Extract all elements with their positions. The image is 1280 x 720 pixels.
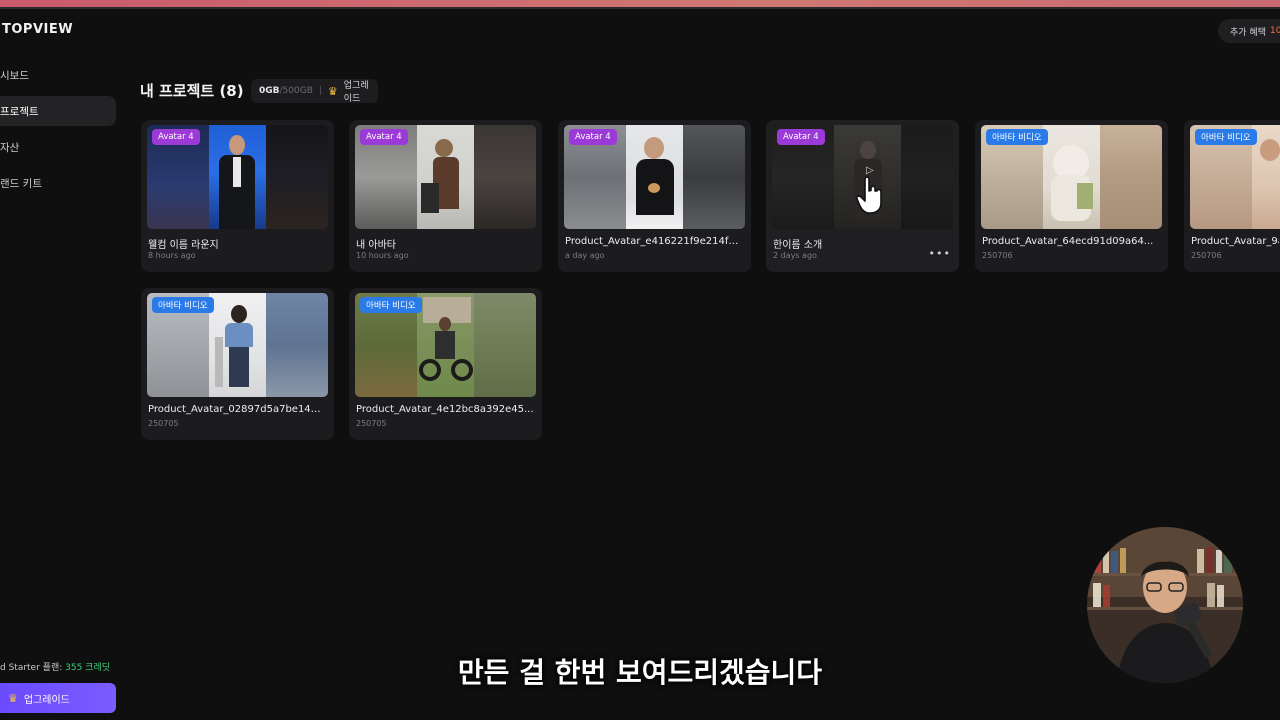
project-thumbnail[interactable]: 아바타 비디오	[1190, 125, 1280, 229]
project-thumbnail[interactable]: Avatar 4	[355, 125, 536, 229]
sidebar-item-brand-kit[interactable]: 랜드 키트	[0, 168, 116, 198]
project-title[interactable]: Product_Avatar_02897d5a7be146...	[148, 404, 326, 415]
sidebar-item-label: 자산	[0, 141, 20, 154]
project-card[interactable]: 아바타 비디오 Product_Avatar_9a 250706	[1184, 120, 1280, 272]
sidebar-item-projects[interactable]: 프로젝트	[0, 96, 116, 126]
more-options-icon[interactable]: •••	[929, 247, 951, 260]
storage-upgrade-link[interactable]: 업그레이드	[344, 78, 370, 104]
video-subtitle: 만든 걸 한번 보여드리겠습니다	[457, 656, 823, 689]
project-badge: 아바타 비디오	[152, 297, 214, 313]
project-date: 10 hours ago	[356, 251, 409, 260]
project-card[interactable]: 아바타 비디오 Product_Avatar_64ecd91d09a64... …	[975, 120, 1168, 272]
project-date: 250706	[1191, 251, 1222, 260]
project-title[interactable]: Product_Avatar_9a	[1191, 236, 1279, 247]
project-badge: Avatar 4	[152, 129, 200, 145]
storage-indicator[interactable]: 0GB/500GB | ♛ 업그레이드	[251, 78, 378, 104]
project-badge: Avatar 4	[569, 129, 617, 145]
sidebar-item-label: 프로젝트	[0, 105, 39, 118]
storage-separator: |	[318, 86, 322, 96]
hand-cursor-icon	[856, 176, 882, 214]
extra-benefits-value: 10	[1269, 26, 1280, 36]
sidebar-nav: 시보드 프로젝트 자산 랜드 키트	[0, 60, 116, 204]
top-divider	[0, 7, 1280, 9]
page-title: 내 프로젝트 (8)	[140, 82, 244, 100]
project-card[interactable]: Avatar 4 Product_Avatar_e416221f9e214fc.…	[558, 120, 751, 272]
project-card[interactable]: 아바타 비디오 Product_Avatar_4e12bc8a392e45...…	[349, 288, 542, 440]
project-title[interactable]: Product_Avatar_64ecd91d09a64...	[982, 236, 1160, 247]
project-date: 250705	[148, 419, 179, 428]
project-badge: Avatar 4	[777, 129, 825, 145]
project-title[interactable]: Product_Avatar_4e12bc8a392e45...	[356, 404, 534, 415]
project-date: a day ago	[565, 251, 605, 260]
storage-used: 0GB	[259, 86, 280, 96]
app-logo[interactable]: TOPVIEW	[2, 22, 73, 37]
project-thumbnail[interactable]: Avatar 4	[147, 125, 328, 229]
project-thumbnail[interactable]: 아바타 비디오	[147, 293, 328, 397]
project-badge: Avatar 4	[360, 129, 408, 145]
extra-benefits-button[interactable]: 추가 혜택 10	[1218, 19, 1280, 43]
project-title[interactable]: 한이름 소개	[773, 236, 951, 251]
project-title[interactable]: 웰컴 이름 라운지	[148, 236, 326, 251]
project-date: 250706	[982, 251, 1013, 260]
top-accent-bar	[0, 0, 1280, 7]
sidebar-item-label: 시보드	[0, 69, 29, 82]
project-date: 2 days ago	[773, 251, 817, 260]
project-badge: 아바타 비디오	[1195, 129, 1257, 145]
project-card[interactable]: Avatar 4 웰컴 이름 라운지 8 hours ago	[141, 120, 334, 272]
project-title[interactable]: 내 아바타	[356, 236, 534, 251]
project-date: 250705	[356, 419, 387, 428]
project-card[interactable]: 아바타 비디오 Product_Avatar_02897d5a7be146...…	[141, 288, 334, 440]
upgrade-label: 업그레이드	[23, 694, 70, 706]
crown-icon: ♛	[327, 84, 338, 98]
project-thumbnail[interactable]: 아바타 비디오	[981, 125, 1162, 229]
project-card[interactable]: Avatar 4 내 아바타 10 hours ago	[349, 120, 542, 272]
sidebar-item-label: 랜드 키트	[0, 177, 42, 190]
extra-benefits-label: 추가 혜택	[1230, 27, 1266, 38]
project-title[interactable]: Product_Avatar_e416221f9e214fc...	[565, 236, 743, 247]
sidebar-item-dashboard[interactable]: 시보드	[0, 60, 116, 90]
project-badge: 아바타 비디오	[986, 129, 1048, 145]
project-thumbnail[interactable]: Avatar 4	[564, 125, 745, 229]
crown-icon: ♛	[8, 691, 18, 705]
project-thumbnail[interactable]: 아바타 비디오	[355, 293, 536, 397]
project-date: 8 hours ago	[148, 251, 196, 260]
sidebar-item-assets[interactable]: 자산	[0, 132, 116, 162]
project-badge: 아바타 비디오	[360, 297, 422, 313]
storage-total: /500GB	[279, 86, 313, 96]
